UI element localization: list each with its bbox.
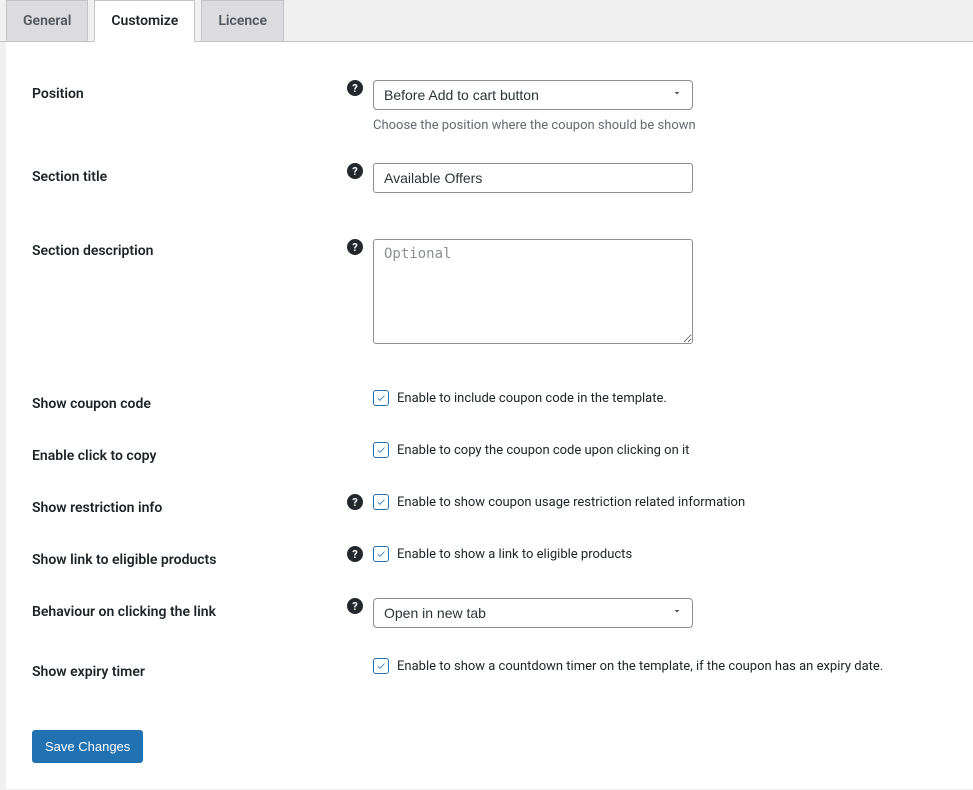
position-select[interactable]: Before Add to cart button bbox=[373, 80, 693, 110]
click-to-copy-checkbox-label: Enable to copy the coupon code upon clic… bbox=[397, 443, 689, 458]
eligible-link-checkbox[interactable] bbox=[373, 546, 389, 562]
tab-licence[interactable]: Licence bbox=[201, 0, 284, 41]
show-coupon-code-checkbox-label: Enable to include coupon code in the tem… bbox=[397, 391, 667, 406]
save-button[interactable]: Save Changes bbox=[32, 730, 143, 763]
position-description: Choose the position where the coupon sho… bbox=[373, 118, 696, 133]
help-icon[interactable]: ? bbox=[347, 546, 363, 562]
help-icon[interactable]: ? bbox=[347, 239, 363, 255]
field-row-position: Position ? Before Add to cart button Cho… bbox=[32, 80, 947, 133]
position-label: Position bbox=[32, 86, 84, 102]
expiry-timer-checkbox-label: Enable to show a countdown timer on the … bbox=[397, 659, 883, 674]
field-row-restriction-info: Show restriction info ? Enable to show c… bbox=[32, 494, 947, 516]
link-behaviour-label: Behaviour on clicking the link bbox=[32, 604, 216, 620]
section-description-label: Section description bbox=[32, 243, 154, 259]
section-title-input[interactable] bbox=[373, 163, 693, 193]
link-behaviour-select[interactable]: Open in new tab bbox=[373, 598, 693, 628]
section-title-label: Section title bbox=[32, 169, 107, 185]
field-row-click-to-copy: Enable click to copy Enable to copy the … bbox=[32, 442, 947, 464]
restriction-info-checkbox-label: Enable to show coupon usage restriction … bbox=[397, 495, 745, 510]
expiry-timer-label: Show expiry timer bbox=[32, 664, 145, 680]
field-row-expiry-timer: Show expiry timer Enable to show a count… bbox=[32, 658, 947, 680]
help-icon[interactable]: ? bbox=[347, 163, 363, 179]
field-row-section-title: Section title ? bbox=[32, 163, 947, 193]
tabs-bar: General Customize Licence bbox=[0, 0, 973, 42]
field-row-eligible-link: Show link to eligible products ? Enable … bbox=[32, 546, 947, 568]
eligible-link-checkbox-label: Enable to show a link to eligible produc… bbox=[397, 547, 632, 562]
field-row-show-coupon-code: Show coupon code Enable to include coupo… bbox=[32, 390, 947, 412]
expiry-timer-checkbox[interactable] bbox=[373, 658, 389, 674]
help-icon[interactable]: ? bbox=[347, 494, 363, 510]
customize-panel: Position ? Before Add to cart button Cho… bbox=[6, 42, 973, 789]
click-to-copy-label: Enable click to copy bbox=[32, 448, 156, 464]
help-icon[interactable]: ? bbox=[347, 80, 363, 96]
help-icon[interactable]: ? bbox=[347, 598, 363, 614]
tab-customize[interactable]: Customize bbox=[94, 0, 195, 42]
field-row-link-behaviour: Behaviour on clicking the link ? Open in… bbox=[32, 598, 947, 628]
restriction-info-checkbox[interactable] bbox=[373, 494, 389, 510]
show-coupon-code-checkbox[interactable] bbox=[373, 390, 389, 406]
tab-general[interactable]: General bbox=[6, 0, 88, 41]
show-coupon-code-label: Show coupon code bbox=[32, 396, 151, 412]
click-to-copy-checkbox[interactable] bbox=[373, 442, 389, 458]
field-row-section-description: Section description ? bbox=[32, 239, 947, 344]
restriction-info-label: Show restriction info bbox=[32, 500, 162, 516]
eligible-link-label: Show link to eligible products bbox=[32, 552, 216, 568]
section-description-input[interactable] bbox=[373, 239, 693, 344]
